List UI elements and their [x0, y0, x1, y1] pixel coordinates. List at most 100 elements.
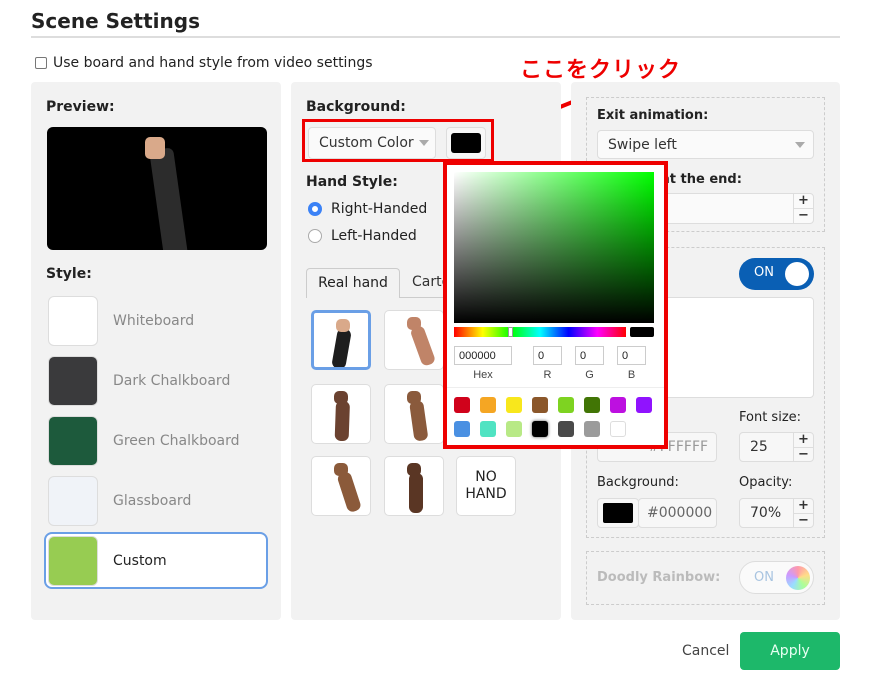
radio-label: Right-Handed	[331, 201, 428, 217]
plus-icon[interactable]: +	[794, 194, 813, 209]
hand-option[interactable]	[311, 310, 371, 370]
preset-color-swatch[interactable]	[610, 397, 626, 413]
background-color-button[interactable]	[446, 127, 486, 159]
hand-fist-icon	[407, 317, 421, 330]
hand-fist-icon	[336, 319, 350, 332]
color-picker-popup: 000000 0 0 0 Hex R G B	[443, 161, 668, 449]
font-size-value: 25	[750, 439, 768, 455]
background-type-value: Custom Color	[319, 135, 414, 151]
preset-color-swatch[interactable]	[610, 421, 626, 437]
style-label: Style:	[46, 266, 92, 282]
hand-option[interactable]	[384, 456, 444, 516]
preset-color-swatch[interactable]	[506, 397, 522, 413]
stepper[interactable]: + −	[793, 194, 813, 223]
style-option-label[interactable]: Custom	[113, 553, 167, 569]
cancel-button[interactable]: Cancel	[682, 643, 729, 659]
preset-color-swatch[interactable]	[558, 397, 574, 413]
hand-option[interactable]	[311, 456, 371, 516]
preset-color-swatch[interactable]	[454, 421, 470, 437]
hex-input[interactable]: 000000	[454, 346, 512, 365]
text-background-swatch[interactable]	[597, 498, 639, 528]
preset-color-swatch[interactable]	[584, 421, 600, 437]
hand-option[interactable]	[311, 384, 371, 444]
preset-color-swatch[interactable]	[532, 421, 548, 437]
hand-arm-icon	[409, 473, 423, 513]
r-input[interactable]: 0	[533, 346, 562, 365]
plus-icon[interactable]: +	[794, 433, 813, 448]
plus-icon[interactable]: +	[794, 499, 813, 514]
stepper[interactable]: + −	[793, 433, 813, 462]
opacity-input[interactable]: 70% + −	[739, 498, 814, 528]
preset-color-swatch[interactable]	[454, 397, 470, 413]
style-option-label[interactable]: Whiteboard	[113, 313, 194, 329]
exit-animation-value: Swipe left	[608, 136, 677, 153]
hand-fist-icon	[407, 463, 421, 476]
apply-button[interactable]: Apply	[740, 632, 840, 670]
rainbow-toggle[interactable]: ON	[739, 561, 814, 594]
preset-color-swatch[interactable]	[532, 397, 548, 413]
font-size-input[interactable]: 25 + −	[739, 432, 814, 462]
radio-right-handed[interactable]: Right-Handed	[308, 201, 427, 217]
saturation-area[interactable]	[454, 172, 654, 323]
no-hand-option[interactable]: NO HAND	[456, 456, 516, 516]
minus-icon[interactable]: −	[794, 209, 813, 223]
text-background-input[interactable]: #000000	[638, 498, 717, 528]
style-swatch[interactable]	[48, 356, 98, 406]
minus-icon[interactable]: −	[794, 448, 813, 462]
stepper[interactable]: + −	[793, 499, 813, 528]
toggle-label: ON	[754, 265, 774, 280]
radio-icon[interactable]	[308, 229, 322, 243]
color-swatch	[451, 133, 481, 153]
preset-color-swatch[interactable]	[584, 397, 600, 413]
title-divider	[31, 36, 840, 38]
radio-left-handed[interactable]: Left-Handed	[308, 228, 417, 244]
radio-icon[interactable]	[308, 202, 322, 216]
style-option-label[interactable]: Green Chalkboard	[113, 433, 240, 449]
text-toggle[interactable]: ON	[739, 258, 814, 290]
toggle-label: ON	[754, 570, 774, 585]
exit-animation-select[interactable]: Swipe left	[597, 130, 814, 159]
use-video-settings-checkbox[interactable]: Use board and hand style from video sett…	[35, 55, 373, 71]
hand-fist-icon	[145, 137, 165, 159]
hand-option[interactable]	[384, 310, 444, 370]
preset-color-swatch[interactable]	[480, 397, 496, 413]
style-swatch[interactable]	[48, 416, 98, 466]
opacity-label: Opacity:	[739, 475, 793, 490]
chevron-down-icon	[419, 140, 429, 146]
b-input[interactable]: 0	[617, 346, 646, 365]
toggle-knob	[785, 262, 809, 286]
style-option-label[interactable]: Dark Chalkboard	[113, 373, 230, 389]
current-color-preview	[630, 327, 654, 337]
hue-slider[interactable]	[454, 327, 626, 337]
rainbow-label: Doodly Rainbow:	[597, 570, 721, 585]
background-label: Background:	[306, 99, 406, 115]
preset-color-swatch[interactable]	[558, 421, 574, 437]
g-input[interactable]: 0	[575, 346, 604, 365]
style-option-label[interactable]: Glassboard	[113, 493, 191, 509]
hex-label: Hex	[473, 369, 493, 381]
preview-canvas	[47, 127, 267, 250]
style-swatch[interactable]	[48, 476, 98, 526]
preset-color-swatch[interactable]	[636, 397, 652, 413]
r-label: R	[543, 369, 552, 381]
style-swatch[interactable]	[48, 296, 98, 346]
minus-icon[interactable]: −	[794, 514, 813, 528]
hand-arm-icon	[331, 327, 352, 367]
annotation-text: ここをクリック	[520, 58, 682, 83]
checkbox-label: Use board and hand style from video sett…	[53, 55, 373, 71]
hand-option[interactable]	[384, 384, 444, 444]
style-swatch[interactable]	[48, 536, 98, 586]
background-type-select[interactable]: Custom Color	[308, 127, 436, 159]
preset-color-swatch[interactable]	[506, 421, 522, 437]
opacity-value: 70%	[750, 505, 782, 521]
hand-style-label: Hand Style:	[306, 174, 398, 190]
tab-real-hand[interactable]: Real hand	[306, 268, 400, 298]
font-size-label: Font size:	[739, 410, 802, 425]
preset-color-swatch[interactable]	[480, 421, 496, 437]
checkbox[interactable]	[35, 57, 47, 69]
hand-arm-icon	[149, 147, 189, 250]
hue-handle[interactable]	[508, 327, 513, 337]
hand-fist-icon	[334, 391, 348, 404]
hand-fist-icon	[334, 463, 348, 476]
hand-arm-icon	[409, 400, 429, 442]
